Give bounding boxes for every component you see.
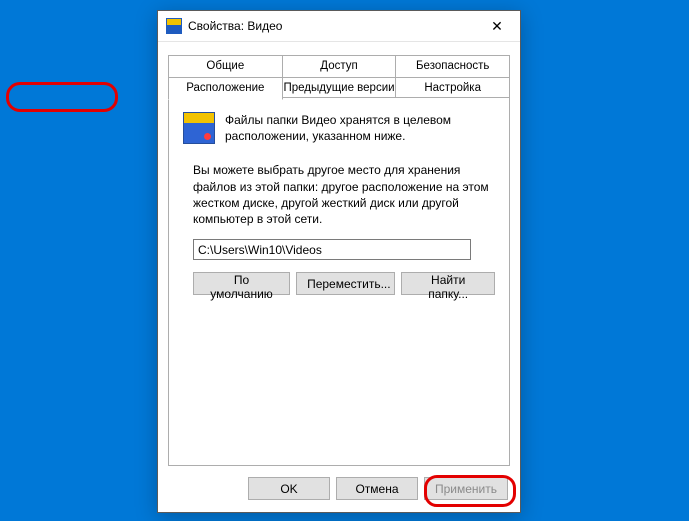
apply-button[interactable]: Применить bbox=[424, 477, 508, 500]
close-button[interactable]: ✕ bbox=[474, 11, 520, 41]
find-target-button[interactable]: Найти папку... bbox=[401, 272, 495, 295]
annotation-tab-location bbox=[6, 82, 118, 112]
move-button[interactable]: Переместить... bbox=[296, 272, 395, 295]
folder-videos-icon bbox=[166, 18, 182, 34]
tab-page-location: Файлы папки Видео хранятся в целевом рас… bbox=[168, 97, 510, 466]
cancel-button[interactable]: Отмена bbox=[336, 477, 418, 500]
tab-security[interactable]: Безопасность bbox=[395, 55, 510, 78]
location-help-text: Вы можете выбрать другое место для хране… bbox=[193, 162, 495, 227]
tab-sharing[interactable]: Доступ bbox=[282, 55, 397, 78]
tab-general[interactable]: Общие bbox=[168, 55, 283, 78]
restore-default-button[interactable]: По умолчанию bbox=[193, 272, 290, 295]
dialog-button-row: OK Отмена Применить bbox=[248, 477, 508, 500]
titlebar[interactable]: Свойства: Видео ✕ bbox=[158, 11, 520, 42]
location-info-text: Файлы папки Видео хранятся в целевом рас… bbox=[225, 112, 495, 144]
tab-container: Общие Доступ Безопасность Расположение П… bbox=[168, 55, 510, 466]
folder-videos-icon bbox=[183, 112, 215, 144]
properties-dialog: Свойства: Видео ✕ Общие Доступ Безопасно… bbox=[157, 10, 521, 513]
window-title: Свойства: Видео bbox=[188, 19, 474, 33]
tab-location[interactable]: Расположение bbox=[168, 77, 283, 100]
tab-row-1: Общие Доступ Безопасность bbox=[168, 55, 510, 78]
ok-button[interactable]: OK bbox=[248, 477, 330, 500]
location-path-input[interactable] bbox=[193, 239, 471, 260]
